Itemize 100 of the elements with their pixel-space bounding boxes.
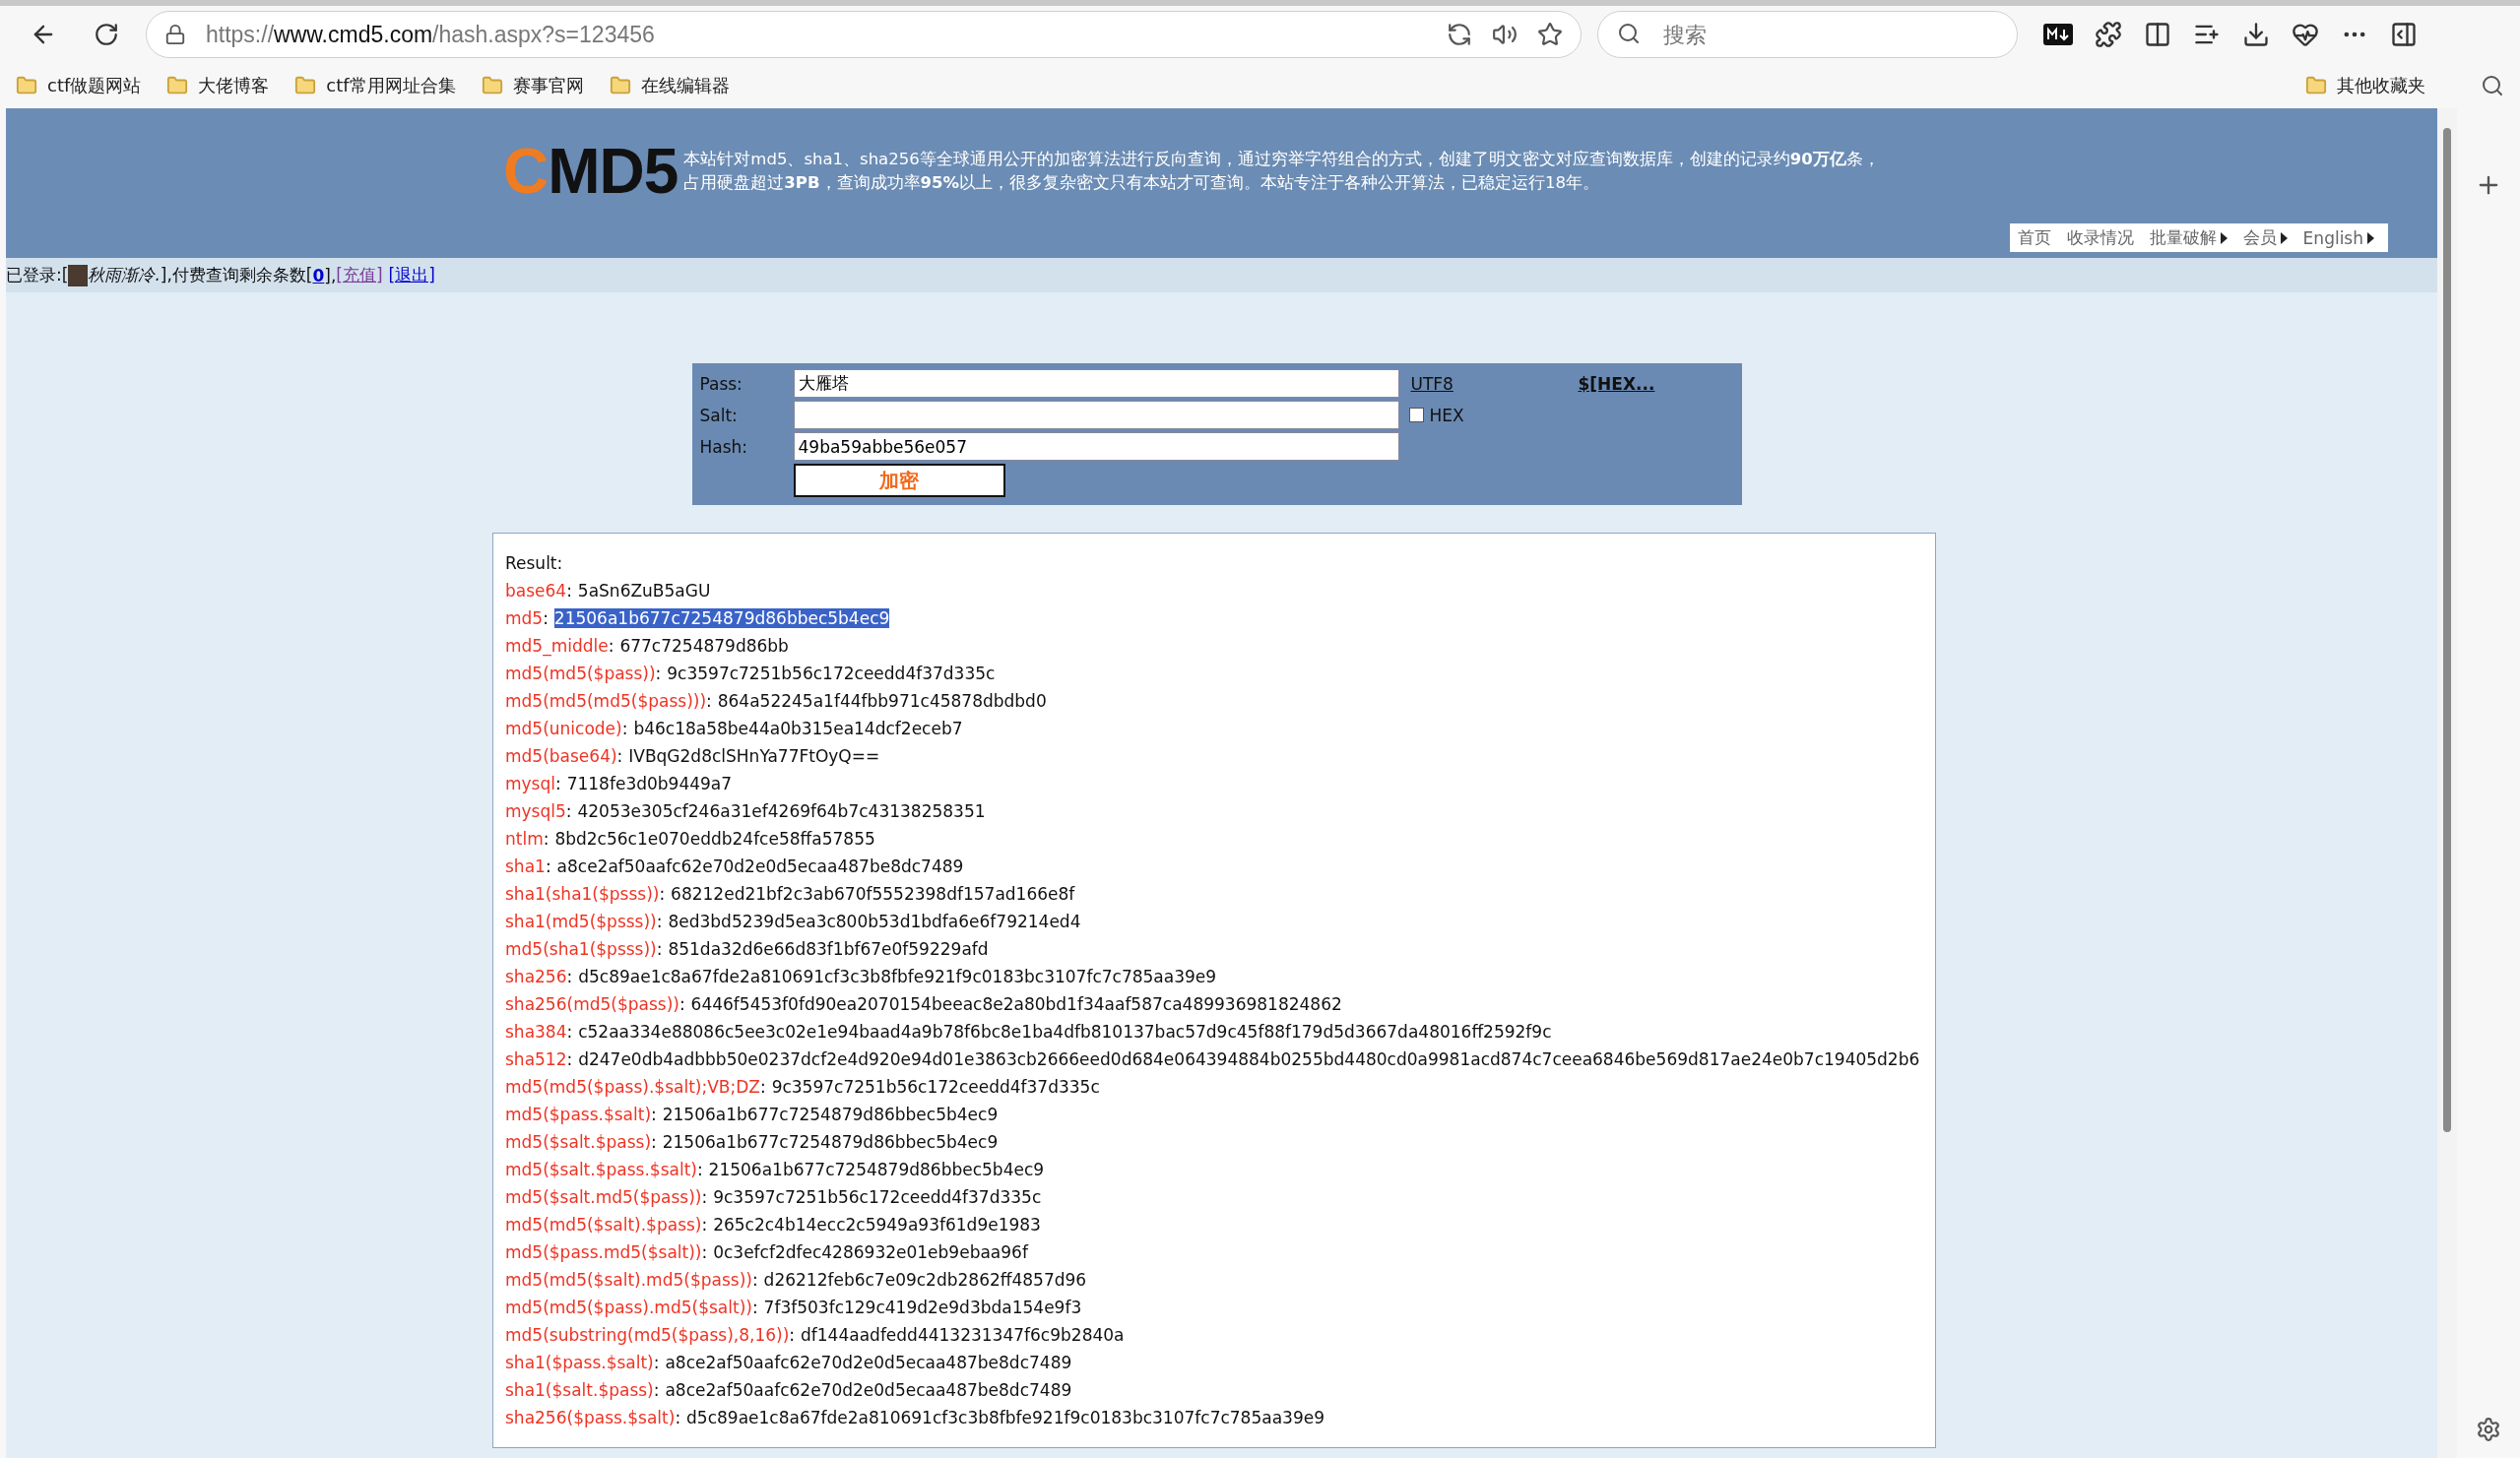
settings-icon[interactable] <box>2476 1417 2501 1442</box>
nav-link[interactable]: English <box>2302 226 2374 249</box>
colon: : <box>543 829 549 849</box>
folder-icon <box>16 75 37 96</box>
download-icon[interactable] <box>2242 21 2270 48</box>
hash-value: b46c18a58be44a0b315ea14dcf2eceb7 <box>633 719 963 738</box>
avatar-image <box>68 264 89 286</box>
bookmark-folder[interactable]: 其他收藏夹 <box>2305 74 2425 97</box>
hash-type-label: md5($pass.md5($salt)) <box>505 1242 702 1262</box>
colon: : <box>655 664 662 683</box>
hash-value: d5c89ae1c8a67fde2a810691cf3c3b8fbfe921f9c0183bc3107fc7c785aa39e9 <box>578 967 1217 986</box>
logout-link[interactable]: [退出] <box>388 264 435 286</box>
colon: : <box>751 1298 758 1317</box>
hex-label: HEX <box>1429 405 1464 425</box>
hash-type-label: sha512 <box>505 1049 567 1069</box>
colon: : <box>656 939 663 959</box>
extensions-icon[interactable] <box>2095 21 2122 48</box>
bookmark-folder[interactable]: ctf做题网站 <box>16 74 142 97</box>
hash-type-label: sha1(sha1($psss)) <box>505 884 660 904</box>
hash-value: 21506a1b677c7254879d86bbec5b4ec9 <box>662 1132 999 1152</box>
folder-icon <box>609 75 631 96</box>
hash-type-label: mysql <box>505 774 555 793</box>
markdown-icon[interactable] <box>2043 24 2073 45</box>
salt-label: Salt: <box>699 405 739 425</box>
colon: : <box>701 1187 708 1207</box>
hash-type-label: sha1(md5($psss)) <box>505 912 657 931</box>
pass-field[interactable]: 大雁塔 <box>793 369 1399 398</box>
hash-value: 42053e305cf246a31ef4269f64b7c43138258351 <box>577 801 986 821</box>
login-text: 已登录:[ <box>6 264 69 286</box>
hash-value: df144aadfedd4413231347f6c9b2840a <box>801 1325 1125 1345</box>
hash-value: 9c3597c7251b56c172ceedd4f37d335c <box>713 1187 1042 1207</box>
scrollbar[interactable] <box>2437 108 2457 1458</box>
hash-value: a8ce2af50aafc62e70d2e0d5ecaa487be8dc7489 <box>665 1353 1072 1372</box>
hash-value: 7f3f503fc129c419d2e9d3bda154e9f3 <box>763 1298 1082 1317</box>
bookmark-folder[interactable]: 在线编辑器 <box>609 74 730 97</box>
login-text: ], <box>324 265 337 285</box>
hash-value: 677c7254879d86bb <box>619 636 789 656</box>
hash-type-label: md5($pass.$salt) <box>505 1105 652 1124</box>
heart-pulse-icon[interactable] <box>2292 21 2319 48</box>
refresh-icon[interactable] <box>94 22 119 47</box>
folder-icon <box>2305 75 2327 96</box>
nav-link[interactable]: 批量破解 <box>2149 226 2228 249</box>
read-aloud-icon[interactable] <box>1492 22 1518 47</box>
nav-link[interactable]: 收录情况 <box>2066 226 2134 249</box>
search-icon[interactable] <box>2481 74 2504 97</box>
colon: : <box>616 746 623 766</box>
colon: : <box>608 636 614 656</box>
login-text: ],付费查询剩余条数[ <box>160 264 313 286</box>
sidebar-icon[interactable] <box>2390 21 2418 48</box>
submenu-arrow-icon <box>2367 231 2374 244</box>
hash-type-label: md5($salt.$pass) <box>505 1132 652 1152</box>
scrollbar-thumb[interactable] <box>2443 128 2451 1132</box>
search-field[interactable]: 搜索 <box>1597 11 2018 58</box>
hash-type-label: md5(md5($pass)) <box>505 664 656 683</box>
hash-value: 21506a1b677c7254879d86bbec5b4ec9 <box>553 608 890 628</box>
colon: : <box>751 1270 758 1290</box>
favorite-star-icon[interactable] <box>1537 22 1563 47</box>
nav-link[interactable]: 首页 <box>2017 226 2051 249</box>
hash-value: d247e0db4adbbb50e0237dcf2e4d920e94d01e3863cb2666eed0d684e064394884b0255bd4480cd0a9981acd874c7ceea6846be569d817ae24e0b7c19405d2b6 <box>578 1049 1920 1069</box>
hash-type-label: base64 <box>505 581 567 601</box>
search-icon <box>1617 22 1641 45</box>
hash-type-label: md5($salt.$pass.$salt) <box>505 1160 697 1179</box>
colon: : <box>653 1380 660 1400</box>
hex-checkbox[interactable] <box>1408 408 1424 422</box>
hash-field[interactable]: 49ba59abbe56e057 <box>793 432 1399 461</box>
hash-value: IVBqG2d8clSHnYa77FtOyQ== <box>628 746 880 766</box>
colon: : <box>659 884 666 904</box>
bookmark-folder[interactable]: ctf常用网址合集 <box>294 74 456 97</box>
circular-arrows-icon[interactable] <box>1447 22 1472 47</box>
hash-value: 9c3597c7251b56c172ceedd4f37d335c <box>771 1077 1100 1097</box>
hash-type-label: md5 <box>505 608 544 628</box>
hash-type-label: md5(md5($pass).$salt);VB;DZ <box>505 1077 760 1097</box>
username: 秋雨渐冷. <box>88 264 161 286</box>
hash-type-label: md5(md5($salt).md5($pass)) <box>505 1270 752 1290</box>
hash-value: 21506a1b677c7254879d86bbec5b4ec9 <box>662 1105 999 1124</box>
recharge-link[interactable]: [充值] <box>336 264 383 286</box>
submenu-arrow-icon <box>2220 231 2228 244</box>
bookmark-folder[interactable]: 赛事官网 <box>481 74 584 97</box>
colon: : <box>789 1325 796 1345</box>
nav-link[interactable]: 会员 <box>2242 226 2288 249</box>
colon: : <box>706 691 712 711</box>
colon: : <box>701 1215 708 1235</box>
hash-value: 21506a1b677c7254879d86bbec5b4ec9 <box>708 1160 1045 1179</box>
salt-field[interactable] <box>793 401 1399 429</box>
utf8-link[interactable]: UTF8 <box>1410 373 1567 394</box>
folder-icon <box>481 75 503 96</box>
query-count-link[interactable]: 0 <box>312 265 325 285</box>
bookmark-folder[interactable]: 大佬博客 <box>166 74 270 97</box>
split-screen-icon[interactable] <box>2144 21 2171 48</box>
address-bar[interactable]: https://www.cmd5.com/hash.aspx?s=123456 <box>146 11 1582 58</box>
site-logo: CMD5 <box>503 140 678 203</box>
hash-type-label: mysql5 <box>505 801 566 821</box>
colon: : <box>543 608 549 628</box>
hash-value: d26212feb6c7e09c2db2862ff4857d96 <box>763 1270 1087 1290</box>
colon: : <box>566 1049 573 1069</box>
hash-type-label: md5(md5($pass).md5($salt)) <box>505 1298 752 1317</box>
hex-link[interactable]: $[HEX... <box>1578 373 1714 394</box>
colon: : <box>656 912 663 931</box>
hash-type-label: md5(md5(md5($pass))) <box>505 691 707 711</box>
hash-type-label: md5(substring(md5($pass),8,16)) <box>505 1325 790 1345</box>
